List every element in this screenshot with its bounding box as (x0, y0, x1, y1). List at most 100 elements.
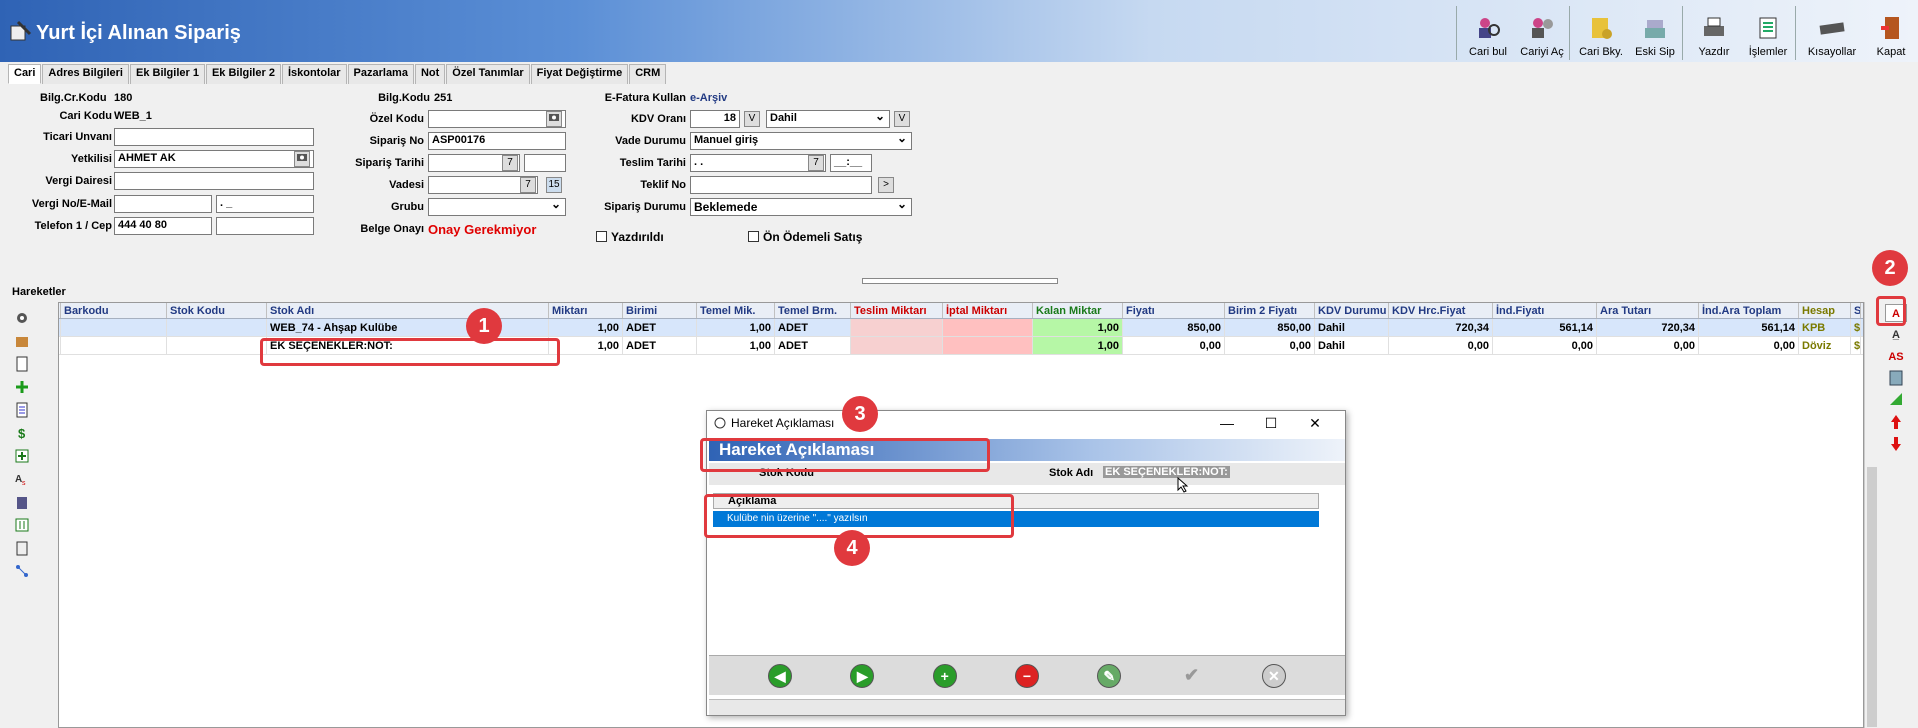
cell-fiyati[interactable]: 0,00 (1123, 337, 1225, 354)
col-kalan-miktar[interactable]: Kalan Miktar (1033, 303, 1123, 318)
cell-temel-mik[interactable]: 1,00 (697, 337, 775, 354)
cell-temel-brm[interactable]: ADET (775, 337, 851, 354)
cariyi-ac-button[interactable]: Cariyi Aç (1515, 6, 1569, 60)
siparis-no-field[interactable]: ASP00176 (428, 132, 566, 150)
delete-record-icon[interactable]: − (1014, 663, 1039, 688)
new-document-icon[interactable] (14, 356, 30, 372)
cell-kdv-durumu[interactable]: Dahil (1315, 337, 1389, 354)
cell-birim2[interactable]: 850,00 (1225, 319, 1315, 336)
cell-ara-tutari[interactable]: 720,34 (1597, 319, 1699, 336)
vade-15-button[interactable]: 15 (546, 177, 562, 193)
ticari-unvani-field[interactable] (114, 128, 314, 146)
font-as-icon[interactable]: AS (1885, 348, 1907, 366)
col-barkodu[interactable]: Barkodu (61, 303, 167, 318)
col-iptal-miktari[interactable]: İptal Miktarı (943, 303, 1033, 318)
document-list-icon[interactable] (14, 402, 30, 418)
cell-birim2[interactable]: 0,00 (1225, 337, 1315, 354)
cell-fiyati[interactable]: 850,00 (1123, 319, 1225, 336)
grid-vertical-scrollbar[interactable] (1864, 302, 1878, 728)
grubu-select[interactable] (428, 197, 566, 216)
column-icon[interactable] (14, 517, 30, 533)
dollar-icon[interactable]: $ (14, 425, 30, 441)
siparis-durumu-select[interactable]: Beklemede (690, 197, 912, 216)
col-hesap[interactable]: Hesap (1799, 303, 1851, 318)
next-icon[interactable]: ▶ (850, 663, 875, 688)
col-birimi[interactable]: Birimi (623, 303, 697, 318)
edit-record-icon[interactable]: ✎ (1097, 663, 1122, 688)
cep-field[interactable] (216, 217, 314, 235)
font-style-icon[interactable]: A̲ (1885, 326, 1907, 344)
siparis-saat-field[interactable] (524, 154, 566, 172)
yazdirildi-box[interactable] (596, 231, 607, 242)
add-record-icon[interactable]: + (932, 663, 957, 688)
yetkilisi-field[interactable]: AHMET AK (114, 150, 314, 168)
table-row[interactable]: WEB_74 - Ahşap Kulübe 1,00 ADET 1,00 ADE… (59, 319, 1863, 337)
cell-ind-ara[interactable]: 561,14 (1699, 319, 1799, 336)
clipboard-icon[interactable] (14, 540, 30, 556)
tab-iskontolar[interactable]: İskontolar (281, 64, 347, 84)
calculator-icon[interactable] (1885, 370, 1907, 388)
col-fiyati[interactable]: Fiyatı (1123, 303, 1225, 318)
col-kdv-durumu[interactable]: KDV Durumu (1315, 303, 1389, 318)
cell-ind-fiyati[interactable]: 561,14 (1493, 319, 1597, 336)
col-stok-adi[interactable]: Stok Adı (267, 303, 549, 318)
col-ara-tutari[interactable]: Ara Tutarı (1597, 303, 1699, 318)
tab-adres-bilgileri[interactable]: Adres Bilgileri (42, 64, 129, 84)
ozel-kodu-lookup-button[interactable] (546, 111, 562, 127)
post-record-icon[interactable]: ✔ (1180, 664, 1204, 688)
teslim-saat-field[interactable]: __:__ (830, 154, 872, 172)
kdv-v-button[interactable]: V (744, 111, 760, 127)
tab-crm[interactable]: CRM (629, 64, 667, 84)
col-ind-ara-toplam[interactable]: İnd.Ara Toplam (1699, 303, 1799, 318)
cell-stok-kodu[interactable] (167, 337, 267, 354)
cell-kdv-durumu[interactable]: Dahil (1315, 319, 1389, 336)
connect-icon[interactable] (14, 563, 30, 579)
email-field[interactable]: . _ (216, 195, 314, 213)
vergi-no-field[interactable] (114, 195, 212, 213)
on-odemeli-box[interactable] (748, 231, 759, 242)
tab-ozel-tanimlar[interactable]: Özel Tanımlar (446, 64, 530, 84)
cell-stok-adi[interactable]: WEB_74 - Ahşap Kulübe (267, 319, 549, 336)
tab-ek-bilgiler-1[interactable]: Ek Bilgiler 1 (129, 64, 205, 84)
chart-icon[interactable] (1885, 392, 1907, 410)
cell-birimi[interactable]: ADET (623, 337, 697, 354)
col-temel-mik[interactable]: Temel Mik. (697, 303, 775, 318)
cell-ind-fiyati[interactable]: 0,00 (1493, 337, 1597, 354)
tab-pazarlama[interactable]: Pazarlama (347, 64, 414, 84)
cell-iptal[interactable] (943, 337, 1033, 354)
eski-sip-button[interactable]: Eski Sip (1628, 6, 1682, 60)
teslim-calendar-button[interactable]: 7 (808, 155, 824, 171)
cell-kdv-hrc[interactable]: 0,00 (1389, 337, 1493, 354)
cell-teslim[interactable] (851, 319, 943, 336)
col-birim2-fiyati[interactable]: Birim 2 Fiyatı (1225, 303, 1315, 318)
tab-ek-bilgiler-2[interactable]: Ek Bilgiler 2 (205, 64, 281, 84)
vergi-dairesi-field[interactable] (114, 172, 314, 190)
maximize-icon[interactable]: ☐ (1249, 411, 1293, 435)
tab-fiyat-degistirme[interactable]: Fiyat Değiştirme (530, 64, 629, 84)
col-miktari[interactable]: Miktarı (549, 303, 623, 318)
col-stok-kodu[interactable]: Stok Kodu (167, 303, 267, 318)
col-kdv-hrc-fiyat[interactable]: KDV Hrc.Fiyat (1389, 303, 1493, 318)
kdv-dahil-select[interactable]: Dahil (766, 109, 890, 128)
cell-ind-ara[interactable]: 0,00 (1699, 337, 1799, 354)
kisayollar-button[interactable]: Kısayollar (1800, 6, 1864, 60)
cari-bky-button[interactable]: Cari Bky. (1574, 6, 1628, 60)
cancel-record-icon[interactable]: ✕ (1261, 663, 1286, 688)
close-icon[interactable]: ✕ (1293, 411, 1337, 435)
cell-kalan[interactable]: 1,00 (1033, 337, 1123, 354)
cell-iptal[interactable] (943, 319, 1033, 336)
col-teslim-miktari[interactable]: Teslim Miktarı (851, 303, 943, 318)
minimize-icon[interactable]: — (1205, 411, 1249, 435)
move-down-icon[interactable] (1885, 436, 1907, 454)
cell-stok-kodu[interactable] (167, 319, 267, 336)
text-style-icon[interactable]: As (14, 471, 30, 487)
prev-icon[interactable]: ◀ (768, 663, 793, 688)
cell-s[interactable]: $ (1851, 337, 1861, 354)
kapat-button[interactable]: Kapat (1864, 6, 1918, 60)
cell-barkodu[interactable] (61, 337, 167, 354)
yetkilisi-lookup-button[interactable] (294, 151, 310, 167)
box-icon[interactable] (14, 333, 30, 349)
cell-ara-tutari[interactable]: 0,00 (1597, 337, 1699, 354)
cari-bul-button[interactable]: Cari bul (1461, 6, 1515, 60)
teklif-arrow-button[interactable]: > (878, 177, 894, 193)
